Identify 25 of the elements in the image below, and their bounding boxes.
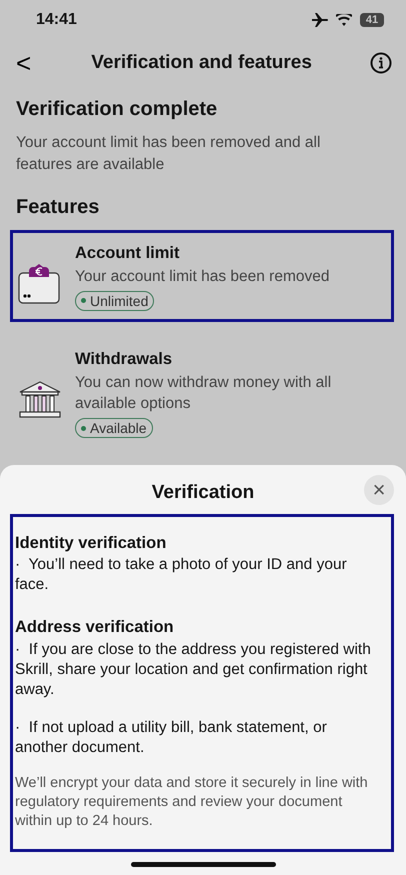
status-dot xyxy=(81,426,86,430)
section-title: Verification complete xyxy=(16,97,218,122)
section-heading: Address verification xyxy=(15,617,175,638)
battery-icon: 41 xyxy=(360,13,384,27)
status-dot xyxy=(81,298,86,304)
summary-text: Your account limit has been removed and all features are available xyxy=(16,133,322,175)
feature-title: Withdrawals xyxy=(75,349,174,370)
feature-title: Account limit xyxy=(75,243,181,264)
section-heading: Identity verification xyxy=(15,532,168,554)
airplane-icon xyxy=(312,13,328,27)
bullet-text: · You’ll need to take a photo of your ID and your face. xyxy=(15,555,348,596)
wifi-icon xyxy=(336,14,352,26)
bullet-text: · If you are close to the address you registered with Skrill, share your location and get confirmation right away. xyxy=(15,640,372,700)
sheet-title: Verification xyxy=(152,481,254,505)
back-button[interactable]: < xyxy=(10,50,38,76)
bullet-text: · If not upload a utility bill, bank statement, or another document. xyxy=(15,718,328,758)
feature-description: You can now withdraw money with all available options xyxy=(75,373,332,414)
privacy-note: We’ll encrypt your data and store it securely in line with regulatory requirements and review your document within up to 24 hours. xyxy=(15,774,369,831)
page-title: Verification and features xyxy=(90,50,313,75)
status-label: Available xyxy=(90,419,147,437)
section-title: Features xyxy=(16,195,100,220)
close-button[interactable]: × xyxy=(364,475,394,505)
status-time: 14:41 xyxy=(36,10,77,30)
status-label: Unlimited xyxy=(90,292,148,310)
feature-description: Your account limit has been removed xyxy=(75,266,330,287)
